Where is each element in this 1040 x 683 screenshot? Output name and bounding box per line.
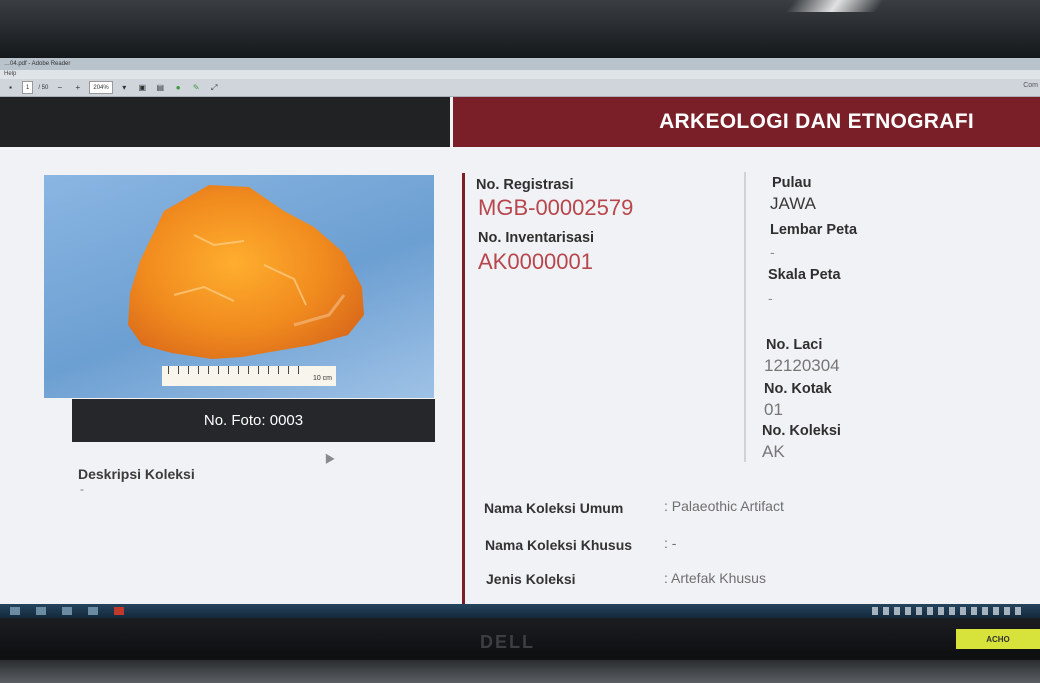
map-sheet-label: Lembar Peta [770, 222, 858, 238]
monitor-sticker: ACHO [956, 629, 1040, 649]
specific-name-label: Nama Koleksi Khusus [485, 537, 633, 553]
zoom-in-icon[interactable]: + [71, 82, 84, 93]
specific-name-value: : - [664, 535, 677, 551]
reader-toolbar: ▪ 1 / 50 − + 204% ▾ ▣ ▤ ● ✎ ⤢ Com [0, 79, 1040, 97]
map-sheet-value: - [770, 244, 775, 260]
comment-panel-link[interactable]: Com [1023, 82, 1038, 89]
ruler-ticks [168, 366, 308, 374]
mouse-cursor-icon [321, 451, 335, 464]
taskbar-app-icon[interactable] [62, 607, 72, 615]
monitor-stand [0, 660, 1040, 683]
print-icon[interactable]: ▪ [4, 82, 17, 93]
column-divider [744, 172, 746, 462]
registration-label: No. Registrasi [476, 177, 574, 193]
monitor-brand-logo: DELL [480, 632, 535, 652]
ruler-label: 10 cm [312, 375, 332, 382]
section-divider [462, 173, 465, 607]
page-number-input[interactable]: 1 [22, 81, 34, 94]
collection-type-value: : Artefak Khusus [664, 570, 766, 586]
comment-icon[interactable]: ● [172, 82, 185, 93]
collection-number-label: No. Koleksi [762, 423, 841, 439]
island-label: Pulau [772, 175, 812, 191]
zoom-out-icon[interactable]: − [53, 82, 66, 93]
menu-bar: Help [0, 70, 1040, 79]
description-value: - [80, 482, 84, 496]
photo-caption: No. Foto: 0003 [72, 399, 435, 442]
inventory-value: AK0000001 [478, 249, 593, 274]
monitor-bezel-top [0, 0, 1040, 58]
taskbar-app-icon[interactable] [36, 607, 46, 615]
document-page: ARKEOLOGI DAN ETNOGRAFI 10 cm No. Foto: … [0, 97, 1040, 618]
collection-number-value: AK [762, 442, 785, 461]
general-name-value: : Palaeothic Artifact [664, 498, 784, 514]
monitor-screen: …04.pdf - Adobe Reader Help ▪ 1 / 50 − +… [0, 58, 1040, 618]
taskbar-app-icon[interactable] [88, 607, 98, 615]
dropdown-arrow-icon[interactable]: ▾ [118, 82, 131, 93]
drawer-label: No. Laci [766, 337, 823, 353]
island-value: JAWA [770, 194, 816, 213]
general-name-label: Nama Koleksi Umum [484, 500, 624, 516]
window-titlebar: …04.pdf - Adobe Reader [0, 58, 1040, 70]
menu-help[interactable]: Help [4, 71, 16, 77]
box-label: No. Kotak [764, 381, 832, 397]
box-value: 01 [764, 400, 783, 419]
scale-ruler: 10 cm [162, 366, 336, 386]
adobe-reader-taskbar-icon[interactable] [114, 607, 124, 615]
artifact-photo: 10 cm [44, 175, 434, 398]
header-banner-left [0, 97, 450, 147]
fit-page-icon[interactable]: ▣ [136, 82, 149, 93]
screen-glare [785, 0, 885, 12]
system-tray [872, 607, 1022, 615]
zoom-select[interactable]: 204% [89, 81, 113, 94]
collection-type-label: Jenis Koleksi [486, 571, 576, 587]
windows-taskbar [0, 604, 1040, 618]
drawer-value: 12120304 [764, 356, 840, 375]
start-icon[interactable] [10, 607, 20, 615]
inventory-label: No. Inventarisasi [478, 230, 595, 246]
description-label: Deskripsi Koleksi [78, 466, 195, 482]
artifact-image [128, 185, 364, 359]
map-scale-value: - [768, 290, 773, 306]
fullscreen-icon[interactable]: ⤢ [208, 82, 221, 93]
fit-width-icon[interactable]: ▤ [154, 82, 167, 93]
map-scale-label: Skala Peta [768, 267, 841, 283]
page-total: / 50 [38, 84, 49, 91]
sign-icon[interactable]: ✎ [190, 82, 203, 93]
page-title: ARKEOLOGI DAN ETNOGRAFI [453, 97, 1040, 147]
registration-value: MGB-00002579 [478, 195, 634, 220]
